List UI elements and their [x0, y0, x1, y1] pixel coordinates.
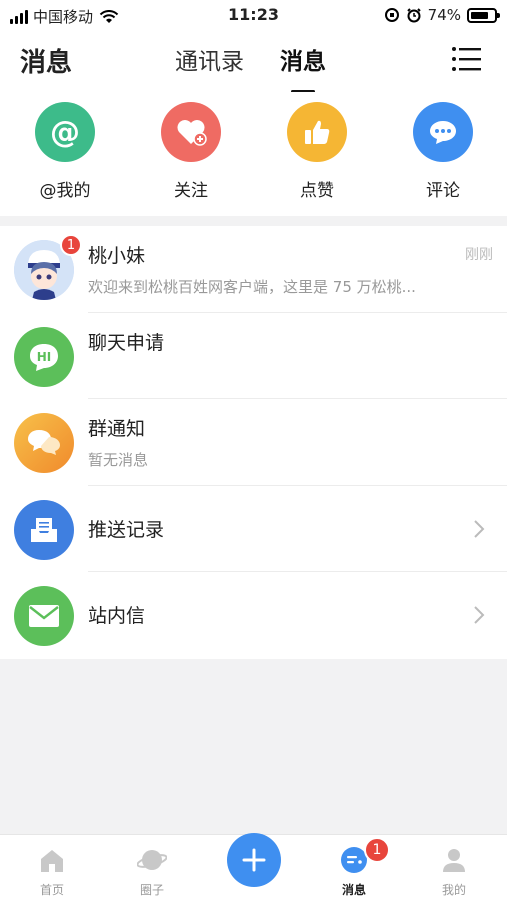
action-at-me[interactable]: @ @我的	[15, 102, 115, 201]
list-item-push-records[interactable]: 推送记录	[0, 486, 507, 572]
nav-profile[interactable]: 我的	[414, 845, 494, 898]
chevron-right-icon	[474, 606, 485, 624]
battery-icon	[467, 7, 500, 23]
status-bar: 中国移动 11:23 74%	[0, 0, 507, 32]
user-icon	[443, 849, 465, 872]
tab-contacts[interactable]: 通讯录	[175, 42, 244, 76]
action-label: 评论	[426, 181, 460, 201]
add-post-button[interactable]	[227, 833, 281, 887]
action-label: 关注	[174, 181, 208, 201]
chat-bubble-icon: HI	[14, 326, 74, 387]
group-chat-icon	[14, 413, 74, 473]
thumbs-up-icon	[287, 102, 347, 162]
action-follow[interactable]: 关注	[141, 102, 241, 201]
header-tabs: 通讯录 消息	[175, 42, 326, 93]
menu-list-icon[interactable]	[451, 44, 481, 74]
list-item-site-mail[interactable]: 站内信	[0, 572, 507, 659]
message-list: 1 桃小妹 欢迎来到松桃百姓网客户端，这里是 75 万松桃... 刚刚 HI 聊…	[0, 226, 507, 659]
quick-actions: @ @我的 关注 点赞 评论	[0, 92, 507, 216]
inbox-icon	[14, 499, 74, 560]
header: 消息 通讯录 消息	[0, 32, 507, 93]
message-sender: 群通知	[88, 418, 146, 440]
nav-label: 圈子	[139, 883, 164, 897]
bottom-nav: 首页 圈子 消息 1 我的	[0, 833, 507, 900]
nav-label: 我的	[441, 883, 466, 897]
comment-icon	[413, 102, 473, 162]
message-sender: 桃小妹	[88, 245, 146, 267]
list-item-group-notice[interactable]: 群通知 暂无消息	[0, 399, 507, 486]
unread-badge: 1	[60, 234, 82, 256]
message-preview: 欢迎来到松桃百姓网客户端，这里是 75 万松桃...	[88, 278, 416, 296]
heart-plus-icon	[161, 102, 221, 162]
action-label: 点赞	[300, 181, 334, 201]
list-item-taoxiaomei[interactable]: 1 桃小妹 欢迎来到松桃百姓网客户端，这里是 75 万松桃... 刚刚	[0, 226, 507, 313]
battery-percent: 74%	[427, 6, 461, 24]
message-sender: 推送记录	[88, 518, 165, 541]
nav-circle[interactable]: 圈子	[112, 845, 192, 898]
screen-lock-icon	[384, 8, 399, 22]
home-icon	[41, 850, 63, 872]
page-title: 消息	[20, 48, 73, 78]
nav-label: 首页	[39, 883, 64, 897]
action-comments[interactable]: 评论	[393, 102, 493, 201]
nav-label: 消息	[341, 883, 366, 897]
plus-icon	[242, 848, 266, 872]
message-sender: 站内信	[88, 605, 146, 627]
tab-messages[interactable]: 消息	[280, 42, 326, 93]
at-icon: @	[35, 102, 95, 162]
list-item-chat-request[interactable]: HI 聊天申请	[0, 313, 507, 399]
chevron-right-icon	[474, 519, 485, 538]
action-label: @我的	[39, 181, 91, 201]
alarm-icon	[406, 8, 421, 23]
message-preview: 暂无消息	[88, 451, 149, 469]
planet-icon	[136, 850, 168, 870]
message-sender: 聊天申请	[88, 331, 165, 354]
nav-home[interactable]: 首页	[12, 845, 92, 898]
mail-icon	[14, 586, 74, 646]
message-time: 刚刚	[465, 247, 493, 263]
nav-unread-badge: 1	[364, 837, 390, 863]
nav-messages[interactable]: 消息 1	[314, 837, 394, 898]
action-likes[interactable]: 点赞	[267, 102, 367, 201]
svg-text:HI: HI	[37, 350, 52, 364]
